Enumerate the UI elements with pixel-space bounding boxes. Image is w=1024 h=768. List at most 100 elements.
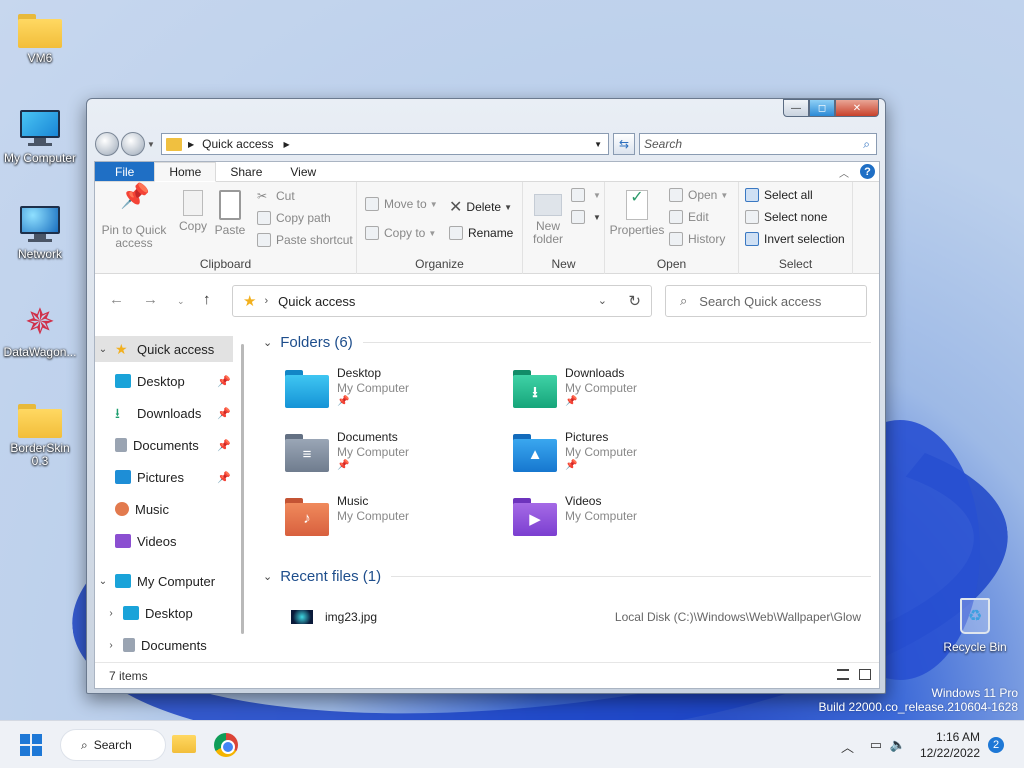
pictures-folder-icon: ▲ (513, 434, 557, 472)
group-select: Select all Select none Invert selection … (739, 182, 853, 274)
details-view-icon[interactable] (837, 669, 849, 680)
notification-badge[interactable]: 2 (988, 737, 1004, 753)
minimize-button[interactable]: — (783, 99, 809, 117)
maximize-button[interactable]: ◻ (809, 99, 835, 117)
chrome-taskbar-icon[interactable] (214, 733, 238, 757)
folder-tile-desktop[interactable]: Desktop My Computer 📌 (285, 366, 505, 422)
folders-section-header[interactable]: ⌄ Folders (6) (263, 334, 871, 351)
help-icon[interactable]: ? (860, 164, 875, 179)
classic-address-bar[interactable]: ▶ Quick access ▶ ▼ (161, 133, 609, 155)
new-folder-button[interactable]: New folder (529, 190, 567, 246)
copy-to-icon (365, 226, 379, 240)
folder-tile-videos[interactable]: ▶ Videos My Computer (513, 494, 733, 550)
large-icons-view-icon[interactable] (859, 669, 871, 680)
desktop-icon-my-computer[interactable]: My Computer (0, 108, 80, 165)
paste-shortcut-button[interactable]: Paste shortcut (257, 233, 353, 247)
breadcrumb-arrow-icon[interactable]: ▶ (284, 140, 290, 149)
folder-name: Videos (565, 494, 602, 508)
nav-quick-access[interactable]: ⌄ ★ Quick access (95, 336, 233, 362)
desktop-icon-network[interactable]: Network (0, 204, 80, 261)
start-button[interactable] (20, 734, 42, 756)
chevron-right-icon[interactable]: › (103, 608, 119, 619)
group-label: Clipboard (199, 257, 252, 271)
history-button[interactable]: History (669, 232, 725, 246)
folder-tile-pictures[interactable]: ▲ Pictures My Computer 📌 (513, 430, 733, 486)
open-button[interactable]: Open ▼ (669, 188, 728, 202)
taskbar-search[interactable]: ⌕ Search (60, 729, 166, 761)
desktop-icon-recycle-bin[interactable]: ♻ Recycle Bin (940, 598, 1010, 654)
pin-icon: 📌 (217, 471, 231, 484)
properties-button[interactable]: ✓ Properties (609, 190, 665, 237)
back-button[interactable] (95, 132, 119, 156)
edit-button[interactable]: Edit (669, 210, 709, 224)
tab-share[interactable]: Share (216, 162, 276, 181)
easy-access-icon (571, 210, 585, 224)
paste-button[interactable]: Paste (213, 190, 247, 237)
chevron-up-icon[interactable]: ︿ (841, 737, 854, 756)
folder-tile-music[interactable]: ♪ Music My Computer (285, 494, 505, 550)
tab-view[interactable]: View (276, 162, 330, 181)
group-new: New folder ▼ ▼ New (523, 182, 605, 274)
search-input[interactable]: ⌕ Search Quick access (665, 285, 867, 317)
desktop-icon-borderskin[interactable]: BorderSkin 0.3 (0, 400, 80, 468)
cut-button[interactable]: ✂ Cut (257, 189, 295, 203)
nav-scrollbar[interactable] (241, 344, 244, 634)
folder-tile-downloads[interactable]: ⭳ Downloads My Computer 📌 (513, 366, 733, 422)
recent-locations-icon[interactable]: ⌄ (177, 296, 185, 307)
delete-button[interactable]: ✕ Delete ▼ (449, 197, 512, 217)
forward-arrow-icon[interactable]: → (143, 291, 158, 308)
pin-quick-access-button[interactable]: 📌 Pin to Quick access (101, 185, 167, 250)
nav-item-desktop[interactable]: Desktop 📌 (95, 368, 233, 394)
pin-icon: 📌 (217, 407, 231, 420)
copy-to-button[interactable]: Copy to ▼ (365, 226, 436, 240)
move-to-button[interactable]: Move to ▼ (365, 197, 438, 211)
address-bar[interactable]: ★ › Quick access ⌄ ↻ (232, 285, 652, 317)
clock[interactable]: 1:16 AM 12/22/2022 (920, 729, 980, 761)
nav-item-pictures[interactable]: Pictures 📌 (95, 464, 233, 490)
history-dropdown[interactable]: ▼ (147, 140, 157, 149)
easy-access-button[interactable]: ▼ (571, 210, 601, 224)
desktop-icon-vm6[interactable]: VM6 (0, 10, 80, 65)
new-item-button[interactable]: ▼ (571, 188, 601, 202)
chevron-right-icon[interactable]: › (103, 640, 119, 651)
chevron-down-icon[interactable]: ⌄ (95, 344, 111, 355)
chevron-down-icon[interactable]: ▼ (594, 140, 602, 149)
nav-item-downloads[interactable]: ⭳ Downloads 📌 (95, 400, 233, 426)
video-icon (115, 534, 131, 548)
volume-icon[interactable]: 🔈 (890, 737, 906, 753)
chevron-down-icon[interactable]: ⌄ (598, 294, 607, 307)
close-button[interactable]: ✕ (835, 99, 879, 117)
nav-sub-documents[interactable]: › Documents (95, 632, 233, 658)
nav-item-documents[interactable]: Documents 📌 (95, 432, 233, 458)
select-none-button[interactable]: Select none (745, 210, 827, 224)
collapse-ribbon-icon[interactable]: ︿ (839, 165, 849, 180)
recent-file-row[interactable]: img23.jpg Local Disk (C:)\Windows\Web\Wa… (291, 610, 861, 624)
tab-file[interactable]: File (95, 162, 155, 181)
select-all-button[interactable]: Select all (745, 188, 813, 202)
up-arrow-icon[interactable]: ↑ (203, 291, 211, 308)
copy-path-button[interactable]: Copy path (257, 211, 331, 225)
tab-home[interactable]: Home (154, 162, 217, 182)
explorer-content: File Home Share View ︿ ? 📌 Pin to Quick … (94, 161, 880, 689)
nav-my-computer[interactable]: ⌄ My Computer (95, 568, 233, 594)
invert-selection-button[interactable]: Invert selection (745, 232, 845, 246)
file-explorer-taskbar-icon[interactable] (170, 731, 196, 757)
nav-item-videos[interactable]: Videos (95, 528, 233, 554)
classic-search-input[interactable]: Search ⌕ (639, 133, 877, 155)
rename-button[interactable]: Rename (449, 226, 513, 240)
desktop-icon-datawagon[interactable]: ✵ DataWagon... (0, 302, 80, 359)
nav-item-music[interactable]: Music (95, 496, 233, 522)
refresh-button[interactable]: ⇆ (613, 133, 635, 155)
button-label: Rename (468, 226, 514, 240)
folder-location: My Computer (565, 445, 638, 459)
back-arrow-icon[interactable]: ← (109, 291, 124, 308)
folder-tile-documents[interactable]: ≡ Documents My Computer 📌 (285, 430, 505, 486)
forward-button[interactable] (121, 132, 145, 156)
network-icon[interactable]: ▭ (870, 737, 882, 753)
nav-sub-desktop[interactable]: › Desktop (95, 600, 233, 626)
recent-section-header[interactable]: ⌄ Recent files (1) (263, 568, 871, 585)
copy-button[interactable]: Copy (171, 190, 215, 233)
refresh-icon[interactable]: ↻ (628, 292, 641, 310)
caret-icon: ▼ (593, 190, 601, 200)
chevron-down-icon[interactable]: ⌄ (95, 576, 111, 587)
